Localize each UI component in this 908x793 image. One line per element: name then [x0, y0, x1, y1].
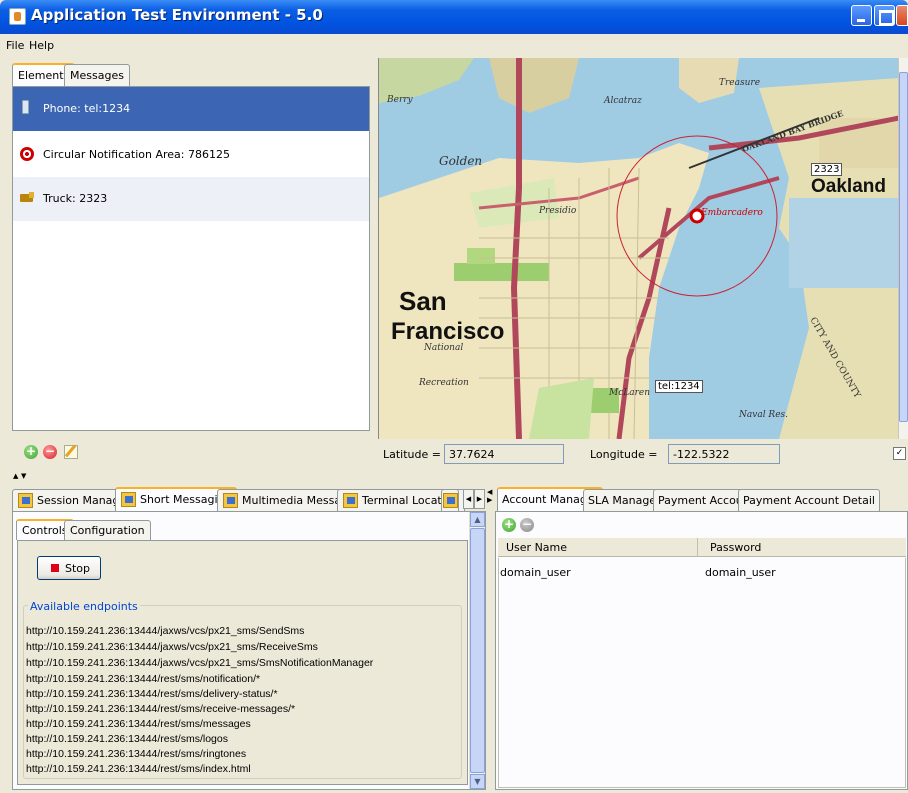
available-endpoints-group: Available endpoints http://10.159.241.23…: [23, 600, 462, 779]
stop-icon: [51, 564, 59, 572]
close-button[interactable]: [896, 5, 908, 26]
endpoint-url: http://10.159.241.236:13444/rest/sms/rec…: [26, 703, 296, 715]
splitter[interactable]: ▲ ▼: [0, 472, 908, 480]
latitude-label: Latitude =: [383, 448, 441, 461]
endpoint-url: http://10.159.241.236:13444/jaxws/vcs/px…: [26, 641, 318, 653]
truck-icon: [20, 192, 34, 202]
map-label-oakland: Oakland: [811, 176, 886, 197]
elements-panel: Elements Messages Phone: tel:1234 Circul…: [0, 58, 378, 472]
account-tabs: Account Manager SLA Manager Payment Acco…: [495, 487, 908, 511]
tab-configuration[interactable]: Configuration: [64, 520, 151, 540]
cell-password: domain_user: [705, 566, 776, 579]
edit-element-button[interactable]: [64, 445, 78, 459]
longitude-field[interactable]: -122.5322: [668, 444, 780, 464]
controls-scrollbar[interactable]: ▲ ▼: [469, 512, 485, 789]
short-messaging-panel: Controls Configuration Stop Available en…: [12, 511, 486, 790]
map-label-mclaren: McLaren: [609, 388, 651, 398]
map-label-treasure: Treasure: [719, 78, 761, 88]
latitude-field[interactable]: 37.7624: [444, 444, 564, 464]
menu-help[interactable]: Help: [29, 39, 54, 52]
truck-marker-label[interactable]: 2323: [811, 163, 843, 176]
map-label-alcatraz: Alcatraz: [604, 96, 642, 106]
map-label-recreation: Recreation: [419, 378, 469, 388]
controls-area: Stop Available endpoints http://10.159.2…: [17, 540, 468, 785]
map-label-golden: Golden: [439, 154, 483, 168]
column-user-name[interactable]: User Name: [506, 541, 567, 554]
map-label-san: San: [399, 286, 447, 316]
longitude-label: Longitude =: [590, 448, 658, 461]
tab-scroll-left[interactable]: ◀: [463, 489, 474, 509]
tab-more[interactable]: [441, 489, 459, 511]
map-label-berry: Berry: [387, 95, 413, 105]
endpoints-legend: Available endpoints: [28, 600, 140, 613]
map-label-francisco: Francisco: [391, 318, 505, 345]
minimize-button[interactable]: [851, 5, 872, 26]
endpoint-url: http://10.159.241.236:13444/rest/sms/ind…: [26, 763, 251, 775]
endpoint-url: http://10.159.241.236:13444/jaxws/vcs/px…: [26, 657, 374, 669]
stop-label: Stop: [65, 562, 91, 575]
target-icon: [20, 147, 34, 161]
cell-user-name: domain_user: [500, 566, 571, 579]
menu-bar: File Help: [0, 34, 908, 58]
java-app-icon: [9, 8, 26, 25]
list-item-notification-area[interactable]: Circular Notification Area: 786125: [13, 133, 369, 177]
service-icon: [223, 493, 238, 508]
map-scrollbar[interactable]: [898, 58, 908, 439]
coordinates-bar: Latitude = 37.7624 Longitude = -122.5322…: [378, 440, 908, 468]
map-view[interactable]: San Francisco Oakland Golden Treasure Al…: [378, 58, 898, 439]
map-scroll-thumb[interactable]: [899, 72, 908, 422]
endpoint-url: http://10.159.241.236:13444/rest/sms/mes…: [26, 718, 251, 730]
maximize-button[interactable]: [874, 5, 895, 26]
list-item-phone[interactable]: Phone: tel:1234: [13, 87, 369, 131]
tab-payment-account-detail[interactable]: Payment Account Detail: [738, 489, 880, 511]
account-manager-panel: + − User Name Password domain_user domai…: [495, 511, 908, 790]
column-password[interactable]: Password: [710, 541, 761, 554]
checklist-icon[interactable]: ✓: [893, 447, 906, 460]
list-item-label: Circular Notification Area: 786125: [43, 148, 230, 161]
map-label-embarcadero: Embarcadero: [701, 208, 763, 218]
elements-list: Phone: tel:1234 Circular Notification Ar…: [12, 86, 370, 431]
column-divider[interactable]: [697, 538, 698, 557]
endpoint-url: http://10.159.241.236:13444/rest/sms/log…: [26, 733, 228, 745]
menu-file[interactable]: File: [6, 39, 24, 52]
remove-account-button[interactable]: −: [520, 518, 534, 532]
window-title: Application Test Environment - 5.0: [31, 6, 323, 24]
service-tabs: Session Manager Short Messaging Multimed…: [12, 487, 486, 511]
remove-element-button[interactable]: −: [43, 445, 57, 459]
map-label-national: National: [424, 343, 464, 353]
add-element-button[interactable]: +: [24, 445, 38, 459]
add-account-button[interactable]: +: [502, 518, 516, 532]
accounts-table-header: User Name Password: [498, 538, 906, 557]
map-label-naval-res: Naval Res.: [739, 410, 789, 420]
service-icon: [121, 492, 136, 507]
scroll-down-icon[interactable]: ▼: [470, 774, 485, 789]
tab-scroll-right[interactable]: ▶: [474, 489, 485, 509]
title-bar: Application Test Environment - 5.0: [0, 0, 908, 34]
phone-icon: [22, 100, 29, 114]
list-item-truck[interactable]: Truck: 2323: [13, 177, 369, 221]
list-item-label: Phone: tel:1234: [43, 102, 131, 115]
scroll-up-icon[interactable]: ▲: [470, 512, 485, 527]
endpoint-url: http://10.159.241.236:13444/rest/sms/not…: [26, 673, 261, 685]
phone-marker-label[interactable]: tel:1234: [655, 380, 703, 393]
stop-button[interactable]: Stop: [37, 556, 101, 580]
endpoint-url: http://10.159.241.236:13444/rest/sms/del…: [26, 688, 278, 700]
endpoint-url: http://10.159.241.236:13444/jaxws/vcs/px…: [26, 625, 305, 637]
service-icon: [443, 493, 458, 508]
scroll-thumb[interactable]: [470, 528, 485, 773]
service-icon: [18, 493, 33, 508]
list-item-label: Truck: 2323: [43, 192, 108, 205]
accounts-table: [498, 558, 906, 788]
tab-messages[interactable]: Messages: [64, 64, 130, 86]
collapse-down-icon[interactable]: ▼: [21, 472, 26, 480]
endpoint-url: http://10.159.241.236:13444/rest/sms/rin…: [26, 748, 247, 760]
collapse-right-icon[interactable]: ◀ ▶: [487, 488, 492, 504]
service-icon: [343, 493, 358, 508]
collapse-up-icon[interactable]: ▲: [13, 472, 18, 480]
map-label-presidio: Presidio: [539, 206, 577, 216]
